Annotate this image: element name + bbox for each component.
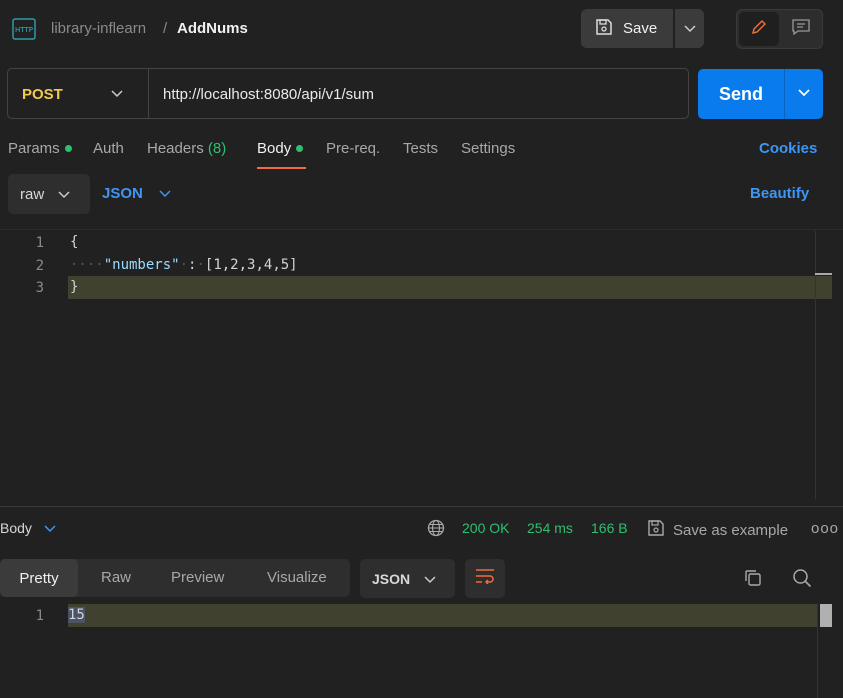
tab-pre-request[interactable]: Pre-req. — [326, 140, 380, 157]
method-select[interactable]: POST — [22, 86, 63, 103]
chevron-down-icon — [424, 571, 436, 587]
line-number: 2 — [35, 258, 44, 274]
code-line[interactable]: { — [70, 234, 78, 250]
body-language-select[interactable]: JSON — [102, 185, 171, 202]
chevron-down-icon — [683, 20, 696, 38]
edit-mode-button[interactable] — [739, 12, 779, 46]
tab-label: Headers — [147, 140, 204, 157]
save-as-example-button[interactable]: Save as example — [647, 519, 788, 541]
view-tab-visualize[interactable]: Visualize — [267, 569, 327, 586]
response-value: 15 — [68, 607, 85, 623]
body-mode-select[interactable]: raw — [8, 174, 90, 214]
tab-body[interactable]: Body — [257, 140, 304, 157]
current-line-highlight — [68, 604, 818, 627]
scrollbar-cursor-marker — [815, 273, 832, 275]
wrap-lines-icon — [475, 568, 495, 589]
tab-tests[interactable]: Tests — [403, 140, 438, 157]
chevron-down-icon — [797, 85, 811, 103]
save-button[interactable]: Save — [581, 9, 673, 48]
line-number: 3 — [35, 280, 44, 296]
comments-button[interactable] — [783, 12, 819, 46]
pencil-icon — [750, 18, 768, 41]
json-key: "numbers" — [103, 257, 180, 273]
response-format-select[interactable]: JSON — [360, 559, 455, 598]
beautify-button[interactable]: Beautify — [750, 185, 809, 202]
json-value: [1,2,3,4,5] — [204, 257, 298, 273]
tab-label: Body — [257, 140, 292, 157]
code-line[interactable]: ····"numbers"·:·[1,2,3,4,5] — [70, 257, 298, 273]
wrap-lines-button[interactable] — [465, 559, 505, 598]
response-size[interactable]: 166 B — [591, 520, 628, 536]
save-label: Save — [623, 20, 658, 37]
divider — [148, 69, 149, 118]
response-section-select[interactable]: Body — [0, 520, 56, 536]
save-icon — [647, 519, 665, 541]
body-mode-label: raw — [20, 185, 45, 203]
cookies-link[interactable]: Cookies — [759, 140, 817, 157]
active-tab-indicator — [257, 167, 306, 169]
scrollbar-thumb[interactable] — [820, 604, 832, 627]
status-dot — [64, 144, 72, 152]
save-icon — [595, 18, 613, 40]
chevron-down-icon[interactable] — [110, 86, 124, 105]
breadcrumb-separator: / — [163, 20, 168, 37]
tab-params[interactable]: Params — [8, 140, 72, 157]
copy-icon[interactable] — [743, 568, 763, 593]
view-tab-preview[interactable]: Preview — [171, 569, 224, 586]
current-line-highlight — [68, 276, 832, 299]
pane-divider[interactable] — [0, 506, 843, 507]
globe-icon[interactable] — [427, 519, 445, 542]
line-number: 1 — [35, 608, 44, 624]
tab-label: Params — [8, 140, 60, 157]
send-dropdown-button[interactable] — [784, 69, 823, 119]
view-tab-raw[interactable]: Raw — [101, 569, 131, 586]
chevron-down-icon — [159, 185, 171, 202]
search-icon[interactable] — [792, 568, 812, 593]
chevron-down-icon — [58, 186, 70, 203]
breadcrumb-collection[interactable]: library-inflearn — [51, 20, 146, 37]
status-code[interactable]: 200 OK — [462, 520, 509, 536]
save-dropdown-button[interactable] — [675, 9, 704, 48]
more-options-icon[interactable]: ooo — [811, 520, 839, 537]
comment-icon — [792, 18, 810, 40]
response-format-label: JSON — [372, 570, 411, 587]
status-dot — [296, 144, 304, 152]
tab-count: (8) — [207, 140, 227, 157]
request-name[interactable]: AddNums — [177, 20, 248, 37]
line-number: 1 — [35, 235, 44, 251]
response-code-line[interactable]: 15 — [68, 607, 85, 623]
body-language-label: JSON — [102, 185, 143, 202]
response-section-label: Body — [0, 520, 32, 536]
chevron-down-icon — [44, 520, 56, 536]
response-time[interactable]: 254 ms — [527, 520, 573, 536]
code-line[interactable]: } — [70, 279, 78, 295]
svg-text:HTTP: HTTP — [15, 26, 33, 34]
http-icon: HTTP — [12, 18, 36, 40]
save-as-example-label: Save as example — [673, 521, 789, 539]
view-tab-pretty[interactable]: Pretty — [0, 559, 78, 597]
tab-settings[interactable]: Settings — [461, 140, 515, 157]
tab-auth[interactable]: Auth — [93, 140, 124, 157]
divider — [0, 229, 843, 230]
send-button[interactable]: Send — [698, 69, 784, 119]
url-input[interactable]: http://localhost:8080/api/v1/sum — [163, 86, 374, 103]
tab-headers[interactable]: Headers (8) — [147, 140, 226, 157]
editor-scrollbar[interactable] — [815, 231, 832, 499]
